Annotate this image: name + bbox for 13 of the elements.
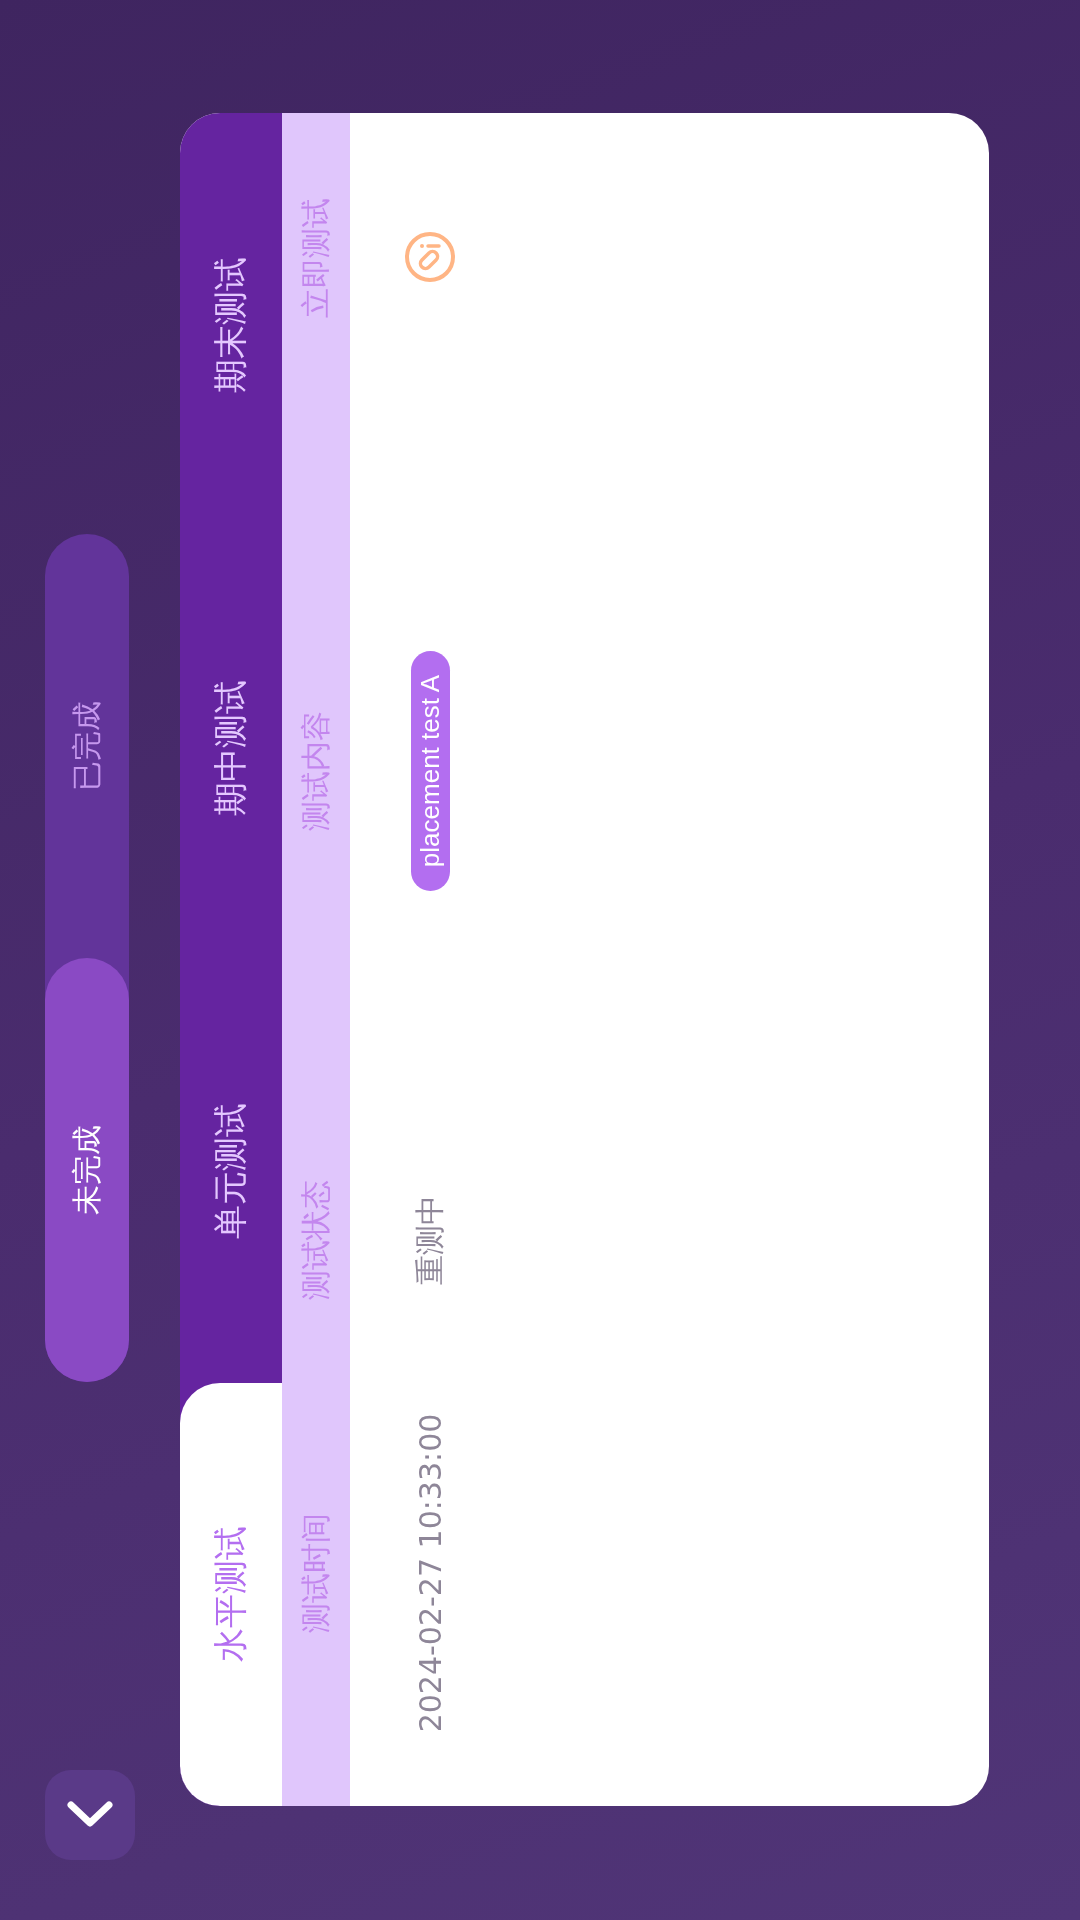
column-header: 立即测试 [296,197,334,318]
test-type-tab[interactable]: 期末测试 [180,113,282,537]
test-type-tab[interactable]: 水平测试 [180,1382,282,1806]
column-header: 测试内容 [296,711,334,831]
test-type-tab[interactable]: 单元测试 [180,959,282,1383]
test-time: 2024-02-27 10:33:00 [412,1413,448,1733]
column-header: 测试状态 [296,1180,334,1300]
status-option[interactable]: 未完成 [45,958,129,1382]
test-content-tag: placement test A [410,650,450,892]
test-status: 重测中 [410,1195,448,1285]
column-header: 测试时间 [296,1513,334,1633]
test-type-tab[interactable]: 期中测试 [180,536,282,960]
status-option[interactable]: 已完成 [45,534,129,958]
